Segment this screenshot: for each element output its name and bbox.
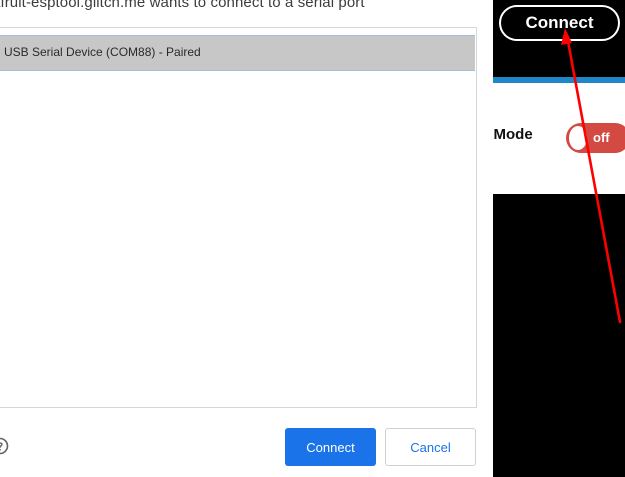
background-app: Connect k Mode off xyxy=(493,0,625,477)
settings-panel: k Mode off xyxy=(493,83,625,194)
serial-port-dialog: afruit-esptool.glitch.me wants to connec… xyxy=(0,0,493,477)
port-item-label: USB Serial Device (COM88) - Paired xyxy=(4,45,201,59)
mode-toggle[interactable]: off xyxy=(566,123,625,153)
help-circle-icon[interactable] xyxy=(0,437,9,455)
mode-label: k Mode xyxy=(493,126,533,143)
connect-button[interactable]: Connect xyxy=(285,428,376,466)
screenshot-stage: afruit-esptool.glitch.me wants to connec… xyxy=(0,0,625,477)
toggle-state-label: off xyxy=(593,130,610,145)
port-list[interactable]: USB Serial Device (COM88) - Paired xyxy=(0,27,477,408)
toggle-knob xyxy=(569,126,587,150)
app-header: Connect xyxy=(493,0,625,77)
dialog-title: afruit-esptool.glitch.me wants to connec… xyxy=(0,0,365,11)
cancel-button[interactable]: Cancel xyxy=(385,428,476,466)
app-connect-button[interactable]: Connect xyxy=(499,5,620,41)
port-list-item[interactable]: USB Serial Device (COM88) - Paired xyxy=(0,35,475,71)
